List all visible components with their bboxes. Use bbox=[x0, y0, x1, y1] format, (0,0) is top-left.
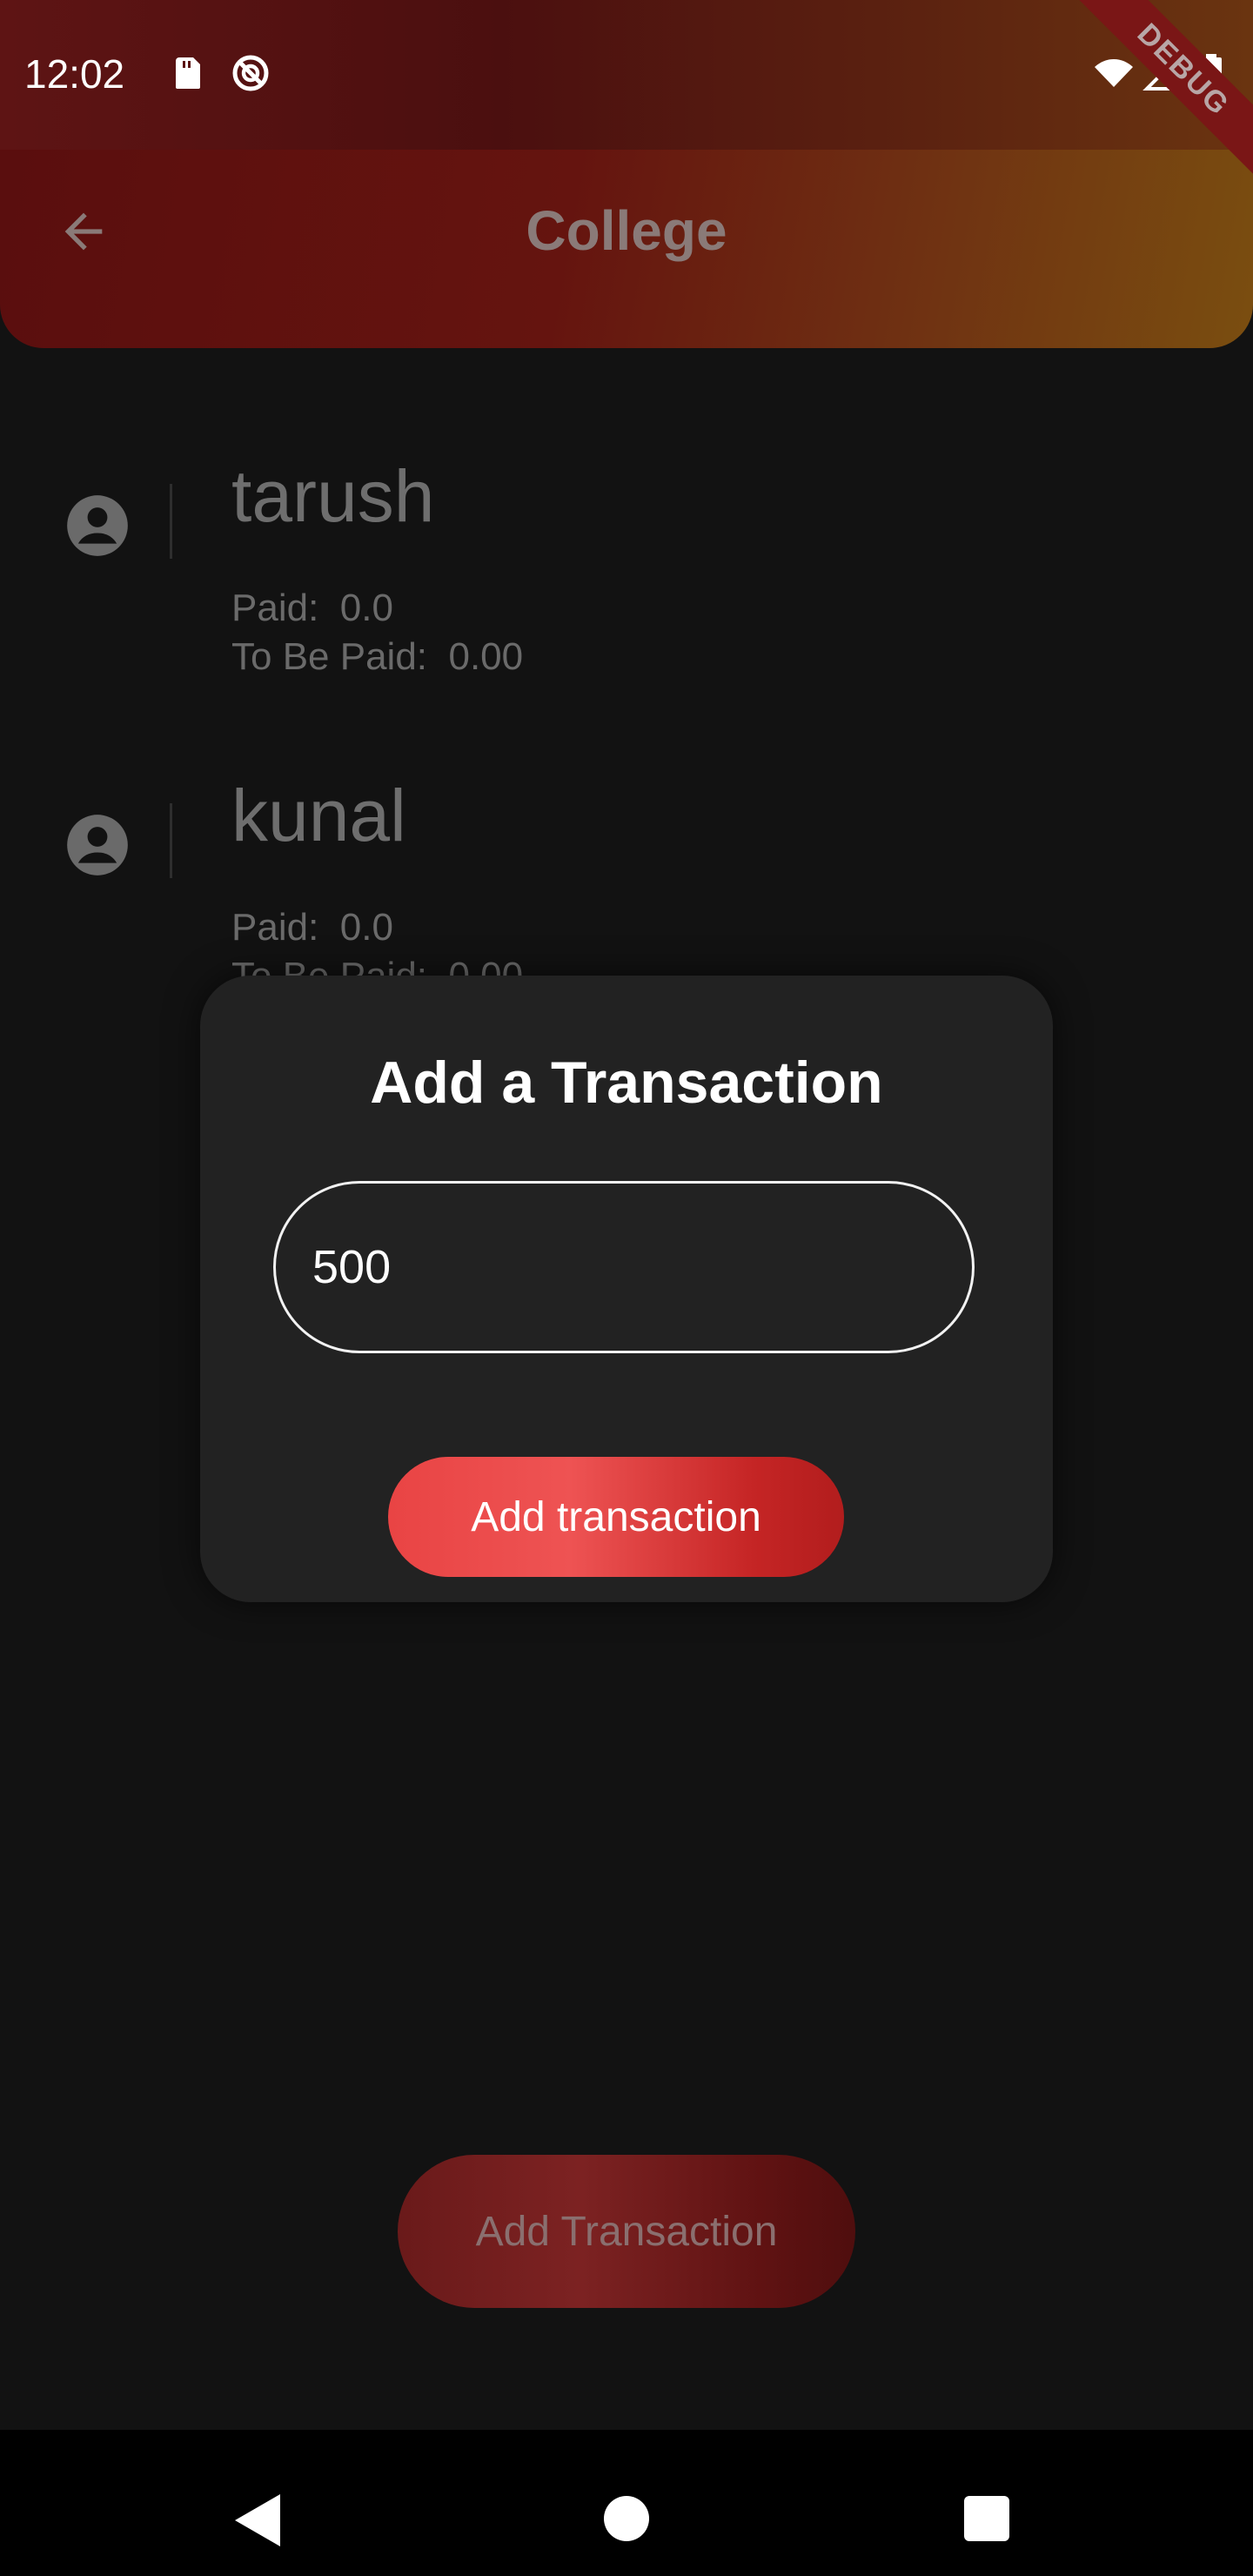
member-name: tarush bbox=[231, 455, 435, 537]
dialog-title: Add a Transaction bbox=[370, 1050, 883, 1116]
nav-home-icon[interactable] bbox=[604, 2496, 649, 2541]
paid-label: Paid: bbox=[231, 906, 319, 949]
nav-recents-icon[interactable] bbox=[964, 2496, 1009, 2541]
divider bbox=[170, 803, 172, 878]
nav-back-icon[interactable] bbox=[235, 2494, 280, 2546]
list-item[interactable]: tarush Paid: 0.0 To Be Paid: 0.00 bbox=[0, 444, 1253, 705]
amount-input[interactable] bbox=[273, 1181, 975, 1353]
paid-value: 0.0 bbox=[339, 906, 393, 949]
paid-line: Paid: 0.0 bbox=[231, 906, 393, 949]
to-be-paid-label: To Be Paid: bbox=[231, 635, 428, 678]
add-transaction-fab[interactable]: Add Transaction bbox=[398, 2155, 855, 2308]
page-title: College bbox=[526, 199, 727, 262]
paid-line: Paid: 0.0 bbox=[231, 587, 393, 630]
divider bbox=[170, 484, 172, 559]
status-time: 12:02 bbox=[24, 51, 125, 97]
paid-label: Paid: bbox=[231, 587, 319, 629]
do-not-disturb-icon bbox=[232, 55, 269, 91]
paid-value: 0.0 bbox=[339, 587, 393, 629]
sd-card-icon bbox=[176, 57, 200, 89]
add-transaction-button[interactable]: Add transaction bbox=[388, 1457, 844, 1577]
to-be-paid-value: 0.00 bbox=[448, 635, 524, 678]
status-bar: 12:02 bbox=[0, 0, 1253, 150]
wifi-icon bbox=[1095, 59, 1133, 87]
account-circle-icon bbox=[67, 815, 128, 875]
to-be-paid-line: To Be Paid: 0.00 bbox=[231, 635, 523, 679]
app-bar: College bbox=[0, 150, 1253, 348]
account-circle-icon bbox=[67, 495, 128, 556]
add-transaction-dialog: Add a Transaction Add transaction bbox=[200, 976, 1053, 1602]
member-name: kunal bbox=[231, 775, 406, 856]
